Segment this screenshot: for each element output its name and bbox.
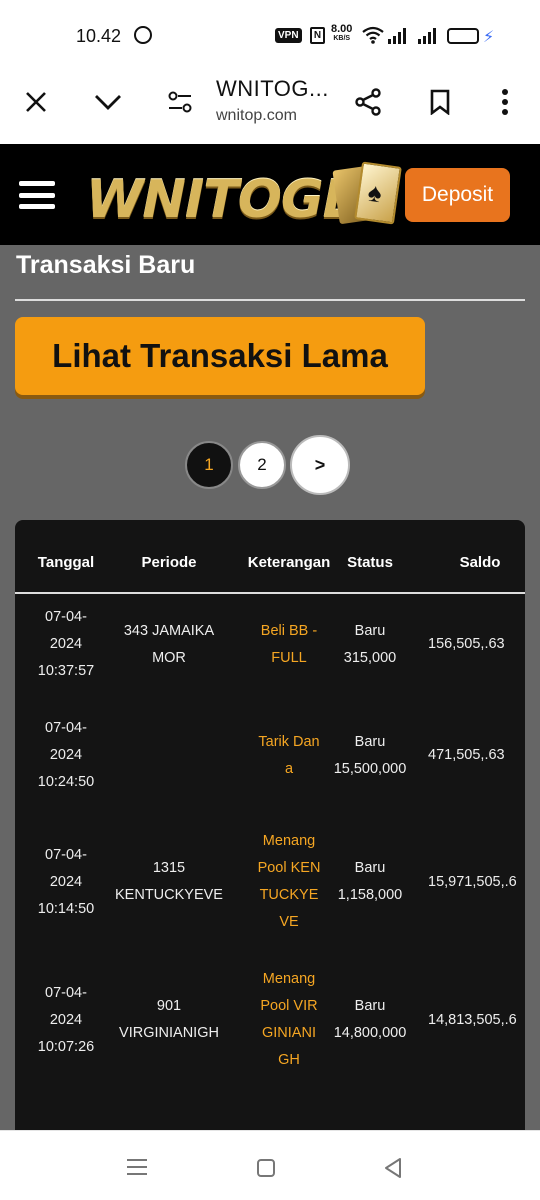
nfc-icon: N <box>310 27 325 44</box>
cell-saldo: 471,505,.63 <box>428 742 525 769</box>
cell-status: Baru 315,000 <box>327 618 413 672</box>
system-nav-bar <box>0 1130 540 1200</box>
hamburger-menu-icon[interactable] <box>19 181 55 209</box>
cell-line: 2024 <box>49 873 83 890</box>
table-header-divider <box>15 592 525 594</box>
main-content: Transaksi Baru Lihat Transaksi Lama 1 2 … <box>0 245 540 1130</box>
cell-line: 07-04- <box>45 720 87 736</box>
network-speed: 8.00 KB/S <box>331 24 352 44</box>
cell-line: 2024 <box>49 1011 83 1028</box>
recents-icon[interactable] <box>127 1159 147 1175</box>
playing-cards-icon: ♠ <box>332 161 402 228</box>
charging-icon: ⚡ <box>483 29 495 46</box>
cell-line: Baru <box>354 860 386 876</box>
cell-line: 10:07:26 <box>37 1038 95 1055</box>
cell-line: 2024 <box>49 747 83 763</box>
column-header-status: Status <box>347 554 393 571</box>
table-row: 07-04-1315Beli BolBaru <box>15 1104 525 1130</box>
next-page-button[interactable]: > <box>290 435 350 495</box>
cell-line: 315,000 <box>343 649 397 666</box>
cell-line: Baru <box>354 733 386 750</box>
cell-line: 15,971,505,.6 <box>428 873 517 890</box>
cell-periode: 901 VIRGINIANIGH <box>113 993 225 1047</box>
transactions-table: Tanggal Periode Keterangan Status Saldo … <box>15 520 525 1130</box>
cell-periode: 343 JAMAIKA MOR <box>113 618 225 672</box>
share-icon[interactable] <box>348 82 388 122</box>
column-header-tanggal: Tanggal <box>37 554 95 571</box>
site-logo[interactable]: WNITOGEL ♠ <box>86 161 402 230</box>
site-header: WNITOGEL ♠ Deposit <box>0 144 540 245</box>
cell-tanggal: 07-04- 2024 10:07:26 <box>25 980 107 1061</box>
site-settings-icon[interactable] <box>160 82 200 122</box>
signal-icon <box>388 28 406 44</box>
cell-line: Baru <box>354 622 386 639</box>
cell-line: MOR <box>152 649 186 666</box>
page-1-button[interactable]: 1 <box>185 441 233 489</box>
cell-line: 1,158,000 <box>337 887 403 903</box>
table-row: 07-04- 2024 10:37:57 343 JAMAIKA MOR Beli BB … <box>15 604 525 685</box>
cell-line: 10:24:50 <box>37 774 95 790</box>
more-vert-icon[interactable] <box>485 82 525 122</box>
cell-line: 14,813,505,.6 <box>428 1011 517 1028</box>
section-divider <box>15 299 525 301</box>
cell-tanggal: 07-04- 2024 10:14:50 <box>25 842 107 923</box>
network-speed-unit: KB/S <box>333 35 351 42</box>
vpn-icon: VPN <box>275 28 302 43</box>
status-time: 10.42 <box>76 26 122 46</box>
column-header-keterangan: Keterangan <box>247 554 331 571</box>
table-row: 07-04- 2024 10:24:50 Tarik Dan a Baru 15,500,0… <box>15 715 525 796</box>
signal-icon <box>418 28 436 44</box>
cell-line: 10:37:57 <box>37 663 95 679</box>
view-old-transactions-button[interactable]: Lihat Transaksi Lama <box>15 317 425 395</box>
cell-line: 07-04- <box>45 984 87 1001</box>
cell-status: Baru 15,500,000 <box>327 729 413 783</box>
cell-saldo: 14,813,505,.6 <box>428 1007 525 1034</box>
cell-tanggal: 07-04- 2024 10:24:50 <box>25 715 107 796</box>
cell-line: VIRGINIANIGH <box>119 1025 219 1041</box>
cell-saldo: 156,505,.63 <box>428 631 525 658</box>
battery-icon <box>447 28 479 44</box>
cell-line: 07-04- <box>45 609 87 625</box>
deposit-button[interactable]: Deposit <box>405 168 510 222</box>
cell-line: VE <box>279 914 299 930</box>
cell-periode: 1315 KENTUCKYEVE <box>113 855 225 909</box>
chevron-down-icon[interactable] <box>88 82 128 122</box>
cell-line: 10:14:50 <box>37 900 95 917</box>
cell-line: 1315 <box>152 860 186 876</box>
cell-tanggal: 07-04- 2024 10:37:57 <box>25 604 107 685</box>
cell-line: 2024 <box>49 636 83 652</box>
cell-line: Menang <box>262 971 316 987</box>
cell-line: 156,505,.63 <box>428 636 505 652</box>
whatsapp-icon <box>134 26 152 44</box>
pagination: 1 2 > <box>0 435 540 495</box>
page-2-button[interactable]: 2 <box>238 441 286 489</box>
wifi-icon <box>362 26 384 44</box>
table-row: 07-04- 2024 10:14:50 1315 KENTUCKYEVE Menang P… <box>15 828 525 936</box>
cell-line: 343 JAMAIKA <box>123 622 215 639</box>
cell-line: 14,800,000 <box>333 1025 407 1041</box>
back-icon[interactable] <box>383 1157 403 1179</box>
url-text[interactable]: wnitop.com <box>216 107 297 125</box>
cell-line: KENTUCKYEVE <box>115 887 223 903</box>
cell-line: Menang <box>262 833 316 849</box>
cell-line: 07-04- <box>45 846 87 863</box>
cell-status: Baru 14,800,000 <box>327 993 413 1047</box>
browser-toolbar: WNITOG... wnitop.com <box>0 72 540 144</box>
cell-status: Baru 1,158,000 <box>327 855 413 909</box>
close-icon[interactable] <box>16 82 56 122</box>
section-title: Transaksi Baru <box>16 251 196 279</box>
cell-line: 471,505,.63 <box>428 747 505 763</box>
status-bar: 10.42 VPN N 8.00 KB/S ⚡ <box>0 0 540 72</box>
cell-line: 15,500,000 <box>333 760 407 777</box>
bookmark-icon[interactable] <box>420 82 460 122</box>
table-row: 07-04- 2024 10:07:26 901 VIRGINIANIGH Menang P… <box>15 966 525 1074</box>
cell-saldo: 15,971,505,.6 <box>428 869 525 896</box>
cell-line: Baru <box>354 998 386 1014</box>
cell-line: GH <box>278 1052 300 1068</box>
page-title[interactable]: WNITOG... <box>216 76 329 102</box>
home-icon[interactable] <box>257 1159 275 1177</box>
column-header-saldo: Saldo <box>459 554 501 571</box>
column-header-periode: Periode <box>141 554 197 571</box>
cell-line: 901 <box>156 998 182 1014</box>
